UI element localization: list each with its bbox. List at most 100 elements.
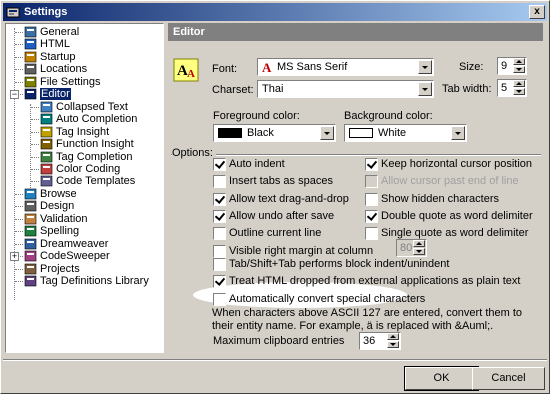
startup-icon [24, 51, 37, 63]
tree-connector [15, 206, 23, 208]
expand-icon[interactable]: + [10, 252, 19, 262]
checkbox-insert-tabs-as-spaces[interactable] [213, 175, 226, 188]
color-coding-icon [40, 163, 53, 175]
checkbox-label: Show hidden characters [381, 193, 500, 205]
tree-connector [31, 168, 39, 170]
checkbox-tab-shift-tab-performs-block-indent-unindent[interactable] [213, 258, 226, 271]
checkbox-outline-current-line[interactable] [213, 227, 226, 240]
footer-divider [3, 359, 547, 361]
chevron-down-icon[interactable] [418, 82, 432, 96]
tree-item-label: Function Insight [56, 138, 134, 151]
tree-connector [15, 243, 23, 245]
checkbox-label: Keep horizontal cursor position [381, 158, 533, 170]
checkbox-allow-undo-after-save[interactable] [213, 210, 226, 223]
background-color-value: White [378, 127, 407, 139]
codesweeper-icon [24, 250, 37, 262]
clipboard-value: 36 [363, 335, 376, 347]
tree-item-label: Tag Definitions Library [40, 275, 149, 287]
function-insight-icon [40, 138, 53, 150]
tree-connector [15, 81, 23, 83]
chevron-down-icon[interactable] [451, 126, 465, 140]
tree-item-label: Design [40, 200, 75, 213]
clipboard-stepper[interactable]: 36 [359, 332, 401, 350]
spin-up-icon[interactable] [387, 333, 399, 340]
tree-item-label: Tag Insight [56, 125, 110, 138]
foreground-color-label: Foreground color: [213, 110, 300, 122]
tree-item-label: Spelling [40, 225, 80, 238]
close-button[interactable]: x [529, 5, 545, 19]
checkbox-label: Insert tabs as spaces [229, 175, 333, 187]
checkbox-automatically-convert-special-characters[interactable] [213, 293, 226, 306]
checkbox-allow-cursor-past-end-of-line[interactable] [365, 175, 378, 188]
charset-select[interactable]: Thai [257, 80, 434, 98]
size-label: Size: [459, 61, 484, 73]
tree-connector [15, 44, 23, 46]
checkbox-treat-html-dropped-from-external-applications-as-plain-text[interactable] [213, 275, 226, 288]
tag-insight-icon [40, 126, 53, 137]
clipboard-label: Maximum clipboard entries [213, 335, 345, 347]
file-settings-icon [24, 76, 37, 88]
browse-icon [24, 188, 37, 200]
background-color-select[interactable]: White [344, 124, 467, 142]
checkbox-auto-indent[interactable] [213, 158, 226, 171]
checkbox-label: Auto indent [229, 158, 285, 170]
settings-app-icon [6, 7, 20, 18]
checkbox-visible-right-margin-at-column[interactable] [213, 245, 226, 258]
tree-connector [15, 56, 23, 58]
cancel-button[interactable]: Cancel [472, 367, 545, 390]
tree-item-label: Locations [40, 63, 88, 76]
checkbox-double-quote-as-word-delimiter[interactable] [365, 210, 378, 223]
code-templates-icon [40, 176, 53, 187]
auto-completion-icon [40, 113, 53, 125]
checkbox-show-hidden-characters[interactable] [365, 193, 378, 206]
tree-connector [31, 119, 39, 121]
checkbox-allow-text-drag-and-drop[interactable] [213, 193, 226, 206]
tag-definitions-icon [24, 275, 37, 287]
locations-icon [24, 64, 37, 75]
margin-column-stepper[interactable]: 80 [396, 239, 427, 257]
settings-tree[interactable]: General HTML Startup Locations File Settings… [5, 23, 164, 353]
checkbox-keep-horizontal-cursor-position[interactable] [365, 158, 378, 171]
truetype-font-icon: A [262, 61, 272, 73]
spin-down-icon[interactable] [513, 66, 525, 73]
collapse-icon[interactable]: − [10, 90, 19, 100]
tree-connector [30, 104, 31, 192]
tree-connector [15, 32, 23, 33]
checkbox-single-quote-as-word-delimiter[interactable] [365, 227, 378, 240]
checkbox-label: Outline current line [229, 227, 322, 239]
size-stepper[interactable]: 9 [497, 57, 527, 75]
window-title: Settings [24, 6, 68, 18]
tree-item-label: Validation [40, 212, 88, 225]
spin-down-icon[interactable] [513, 88, 525, 95]
foreground-color-select[interactable]: Black [213, 124, 336, 142]
tree-connector [15, 218, 23, 220]
size-value: 9 [501, 60, 508, 72]
spin-down-icon[interactable] [387, 341, 399, 348]
editor-icon [24, 88, 37, 100]
spin-up-icon[interactable] [413, 240, 425, 247]
margin-column-value: 80 [400, 242, 413, 254]
tree-connector [31, 156, 39, 158]
tree-item-label: Code Templates [56, 175, 136, 188]
spin-down-icon[interactable] [413, 248, 425, 255]
html-icon [24, 39, 37, 50]
spin-up-icon[interactable] [513, 58, 525, 65]
tree-item-label: Browse [40, 187, 77, 200]
tree-connector [31, 181, 39, 183]
spin-up-icon[interactable] [513, 80, 525, 87]
tab-width-stepper[interactable]: 5 [497, 79, 527, 97]
foreground-swatch [218, 128, 242, 138]
svg-text:A: A [187, 68, 195, 80]
chevron-down-icon[interactable] [418, 60, 432, 74]
background-color-label: Background color: [344, 110, 433, 122]
validation-icon [24, 213, 37, 225]
panel-header: Editor [168, 23, 543, 41]
font-select[interactable]: A MS Sans Serif [257, 58, 434, 76]
tag-completion-icon [40, 151, 53, 162]
tree-connector [15, 231, 23, 233]
chevron-down-icon[interactable] [320, 126, 334, 140]
checkbox-label: Automatically convert special characters [229, 293, 426, 305]
ok-button[interactable]: OK [404, 366, 479, 391]
tree-connector [15, 193, 23, 195]
tree-connector [15, 69, 23, 71]
